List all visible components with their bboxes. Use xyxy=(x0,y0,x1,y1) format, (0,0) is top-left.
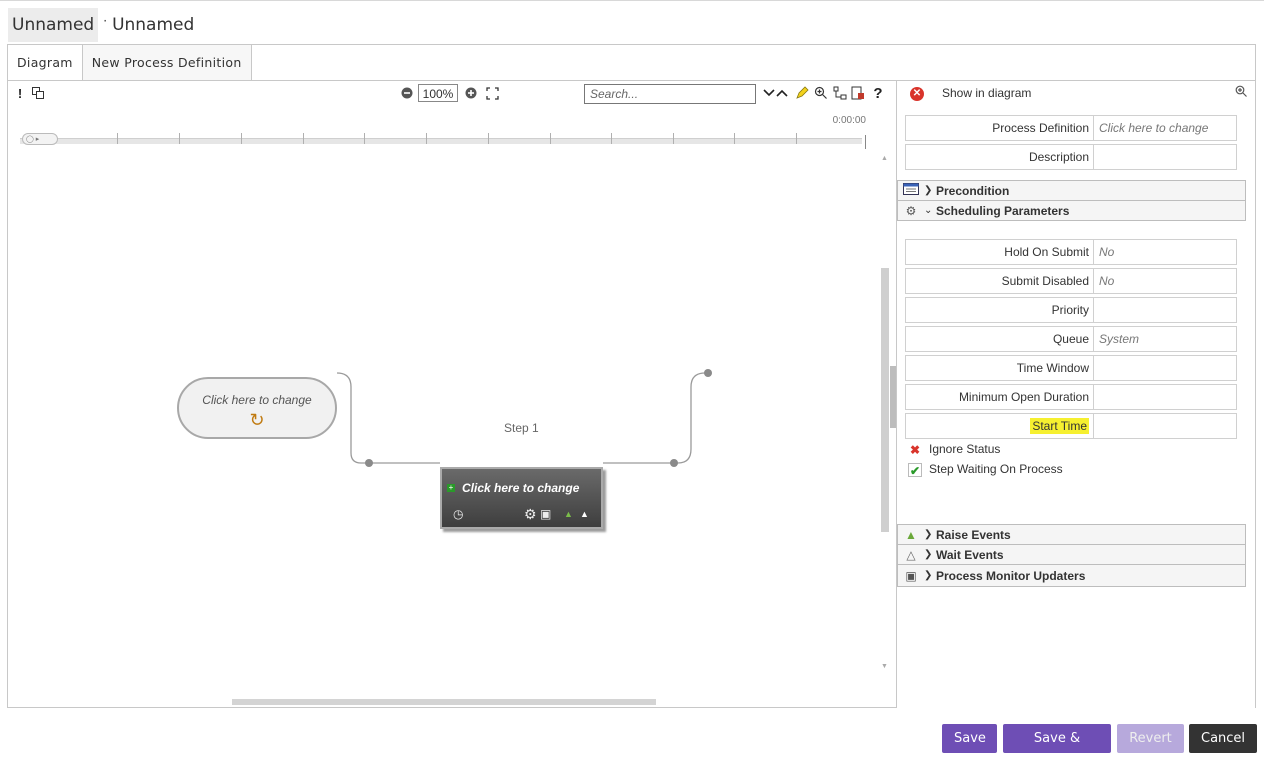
wait-event-icon[interactable]: ▲ xyxy=(580,507,589,521)
check-label: Ignore Status xyxy=(929,442,1001,456)
cancel-button[interactable]: Cancel xyxy=(1189,724,1257,753)
scroll-up-icon[interactable]: ▲ xyxy=(881,155,888,162)
prop-value[interactable] xyxy=(1094,385,1236,409)
prop-label: Hold On Submit xyxy=(906,240,1094,264)
start-node[interactable]: Click here to change ↻ xyxy=(177,377,337,439)
raise-events-icon: ▲ xyxy=(905,527,917,542)
process-monitor-icon: ▣ xyxy=(905,568,917,583)
section-label: Raise Events xyxy=(936,527,1011,542)
prop-hold-on-submit: Hold On Submit No xyxy=(905,239,1237,265)
properties-panel: ✕ Show in diagram Process Definition Cli… xyxy=(896,81,1255,708)
section-label: Scheduling Parameters xyxy=(936,203,1070,218)
horizontal-scrollbar[interactable] xyxy=(8,697,878,705)
loop-icon[interactable]: ↻ xyxy=(179,411,335,429)
prop-value[interactable]: No xyxy=(1094,240,1236,264)
save-button[interactable]: Save xyxy=(942,724,997,753)
prop-value[interactable] xyxy=(1094,414,1236,438)
prop-label: Submit Disabled xyxy=(906,269,1094,293)
end-point xyxy=(704,369,712,377)
prop-label: Minimum Open Duration xyxy=(906,385,1094,409)
prop-time-window: Time Window xyxy=(905,355,1237,381)
save-and-close-button[interactable]: Save & Close xyxy=(1003,724,1111,775)
prop-label: Start Time xyxy=(906,414,1094,438)
prop-start-time: Start Time xyxy=(905,413,1237,439)
raise-event-icon[interactable]: ▲ xyxy=(564,507,573,521)
highlighted-label: Start Time xyxy=(1030,418,1089,434)
prop-label: Priority xyxy=(906,298,1094,322)
step-label: Step 1 xyxy=(504,421,539,435)
close-icon[interactable]: ✕ xyxy=(910,87,924,101)
title-part-1[interactable]: Unnamed xyxy=(8,8,99,42)
connector-point xyxy=(670,459,678,467)
scroll-down-icon[interactable]: ▼ xyxy=(881,663,888,670)
wait-events-icon: △ xyxy=(906,547,916,562)
editor-frame: Diagram New Process Definition ! 100% Se… xyxy=(7,44,1256,708)
section-raise-events[interactable]: ▲ ❯ Raise Events xyxy=(897,524,1246,545)
show-in-diagram-link[interactable]: Show in diagram xyxy=(942,86,1031,100)
tab-new-process-definition[interactable]: New Process Definition xyxy=(82,45,252,80)
zoom-to-icon[interactable] xyxy=(1235,85,1247,100)
diagram-connectors xyxy=(336,369,712,467)
revert-button[interactable]: Revert xyxy=(1117,724,1184,753)
precondition-icon xyxy=(898,183,924,198)
chevron-right-icon: ❯ xyxy=(924,570,933,581)
section-precondition[interactable]: ❯ Precondition xyxy=(897,180,1246,201)
clock-icon[interactable]: ◷ xyxy=(453,507,463,521)
chevron-right-icon: ❯ xyxy=(924,185,933,196)
chevron-down-icon: ⌄ xyxy=(924,205,933,216)
section-process-monitor-updaters[interactable]: ▣ ❯ Process Monitor Updaters xyxy=(897,564,1246,587)
unchecked-x-icon[interactable]: ✖ xyxy=(908,443,922,457)
horizontal-scroll-thumb[interactable] xyxy=(232,699,656,705)
prop-label: Description xyxy=(906,145,1094,169)
prop-process-definition: Process Definition Click here to change xyxy=(905,115,1237,141)
section-label: Wait Events xyxy=(936,547,1004,562)
prop-description: Description xyxy=(905,144,1237,170)
connector-point xyxy=(365,459,373,467)
tab-diagram[interactable]: Diagram xyxy=(8,45,83,80)
prop-value[interactable] xyxy=(1094,356,1236,380)
chevron-right-icon: ❯ xyxy=(924,529,933,540)
connector-step-to-end xyxy=(603,372,708,464)
prop-value[interactable] xyxy=(1094,298,1236,322)
prop-value[interactable]: No xyxy=(1094,269,1236,293)
prop-value[interactable]: Click here to change xyxy=(1094,116,1236,140)
job-settings-icon[interactable]: ▣ xyxy=(540,507,551,521)
page-title: Unnamed · Unnamed xyxy=(8,6,194,44)
prop-label: Process Definition xyxy=(906,116,1094,140)
tab-bar: Diagram New Process Definition xyxy=(8,45,1255,81)
top-divider xyxy=(0,0,1264,1)
prop-value[interactable] xyxy=(1094,145,1236,169)
section-label: Precondition xyxy=(936,183,1010,198)
section-scheduling-parameters[interactable]: ⚙ ⌄ Scheduling Parameters xyxy=(897,200,1246,221)
start-node-label[interactable]: Click here to change xyxy=(179,393,335,407)
chevron-right-icon: ❯ xyxy=(924,549,933,560)
vertical-scrollbar[interactable]: ▲ ▼ xyxy=(880,153,890,673)
prop-priority: Priority xyxy=(905,297,1237,323)
checkmark-icon[interactable]: ✔ xyxy=(908,463,922,478)
panel-header: ✕ Show in diagram xyxy=(897,81,1255,107)
check-label: Step Waiting On Process xyxy=(929,462,1063,476)
prop-submit-disabled: Submit Disabled No xyxy=(905,268,1237,294)
step-box[interactable]: + Click here to change ◷ ⚙ ▣ ▲ ▲ xyxy=(440,467,603,529)
scheduling-icon: ⚙ xyxy=(905,203,917,218)
section-wait-events[interactable]: △ ❯ Wait Events xyxy=(897,544,1246,565)
step-box-label[interactable]: Click here to change xyxy=(462,481,579,495)
title-part-2[interactable]: Unnamed xyxy=(112,15,194,35)
vertical-scroll-thumb[interactable] xyxy=(881,268,889,532)
section-label: Process Monitor Updaters xyxy=(936,568,1086,583)
expand-icon[interactable]: + xyxy=(447,484,455,492)
title-separator: · xyxy=(103,14,108,28)
diagram-area: ! 100% Search... ? ◯ ▸ 0:00:00 Click her… xyxy=(8,81,896,708)
prop-minimum-open-duration: Minimum Open Duration xyxy=(905,384,1237,410)
settings-icon[interactable]: ⚙ xyxy=(524,507,537,521)
connector-start-to-step xyxy=(336,372,440,464)
prop-label: Queue xyxy=(906,327,1094,351)
prop-queue: Queue System xyxy=(905,326,1237,352)
prop-label: Time Window xyxy=(906,356,1094,380)
prop-value[interactable]: System xyxy=(1094,327,1236,351)
